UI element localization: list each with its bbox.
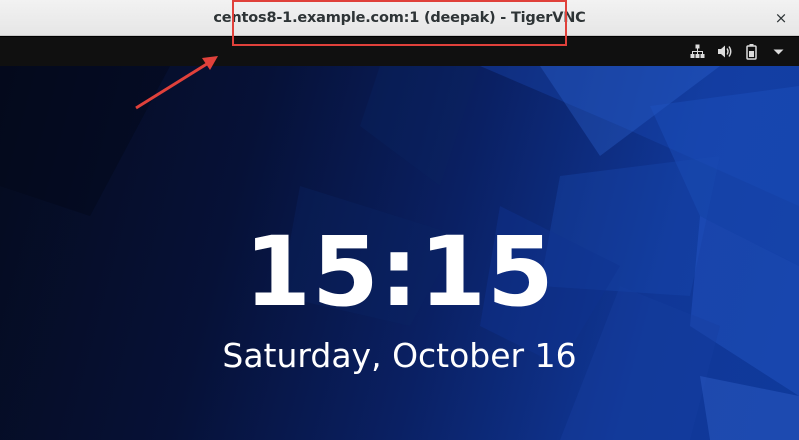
annotation-highlight-box xyxy=(232,0,567,46)
close-button[interactable]: × xyxy=(772,9,790,27)
status-area[interactable] xyxy=(689,43,787,60)
lock-screen-date: Saturday, October 16 xyxy=(222,336,577,375)
volume-icon[interactable] xyxy=(716,43,733,60)
network-icon[interactable] xyxy=(689,43,706,60)
system-menu-arrow-icon[interactable] xyxy=(770,43,787,60)
lock-screen-clock: 15:15 xyxy=(244,216,555,328)
battery-icon[interactable] xyxy=(743,43,760,60)
annotation-arrow xyxy=(135,56,218,110)
lock-screen[interactable]: 15:15 Saturday, October 16 xyxy=(0,66,799,440)
